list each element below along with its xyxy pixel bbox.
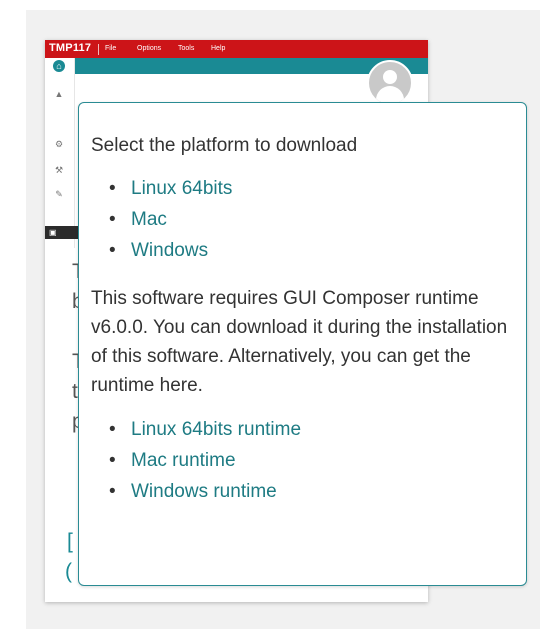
popup-heading: Select the platform to download	[91, 135, 358, 156]
list-item: Mac runtime	[109, 445, 521, 476]
platform-list: Linux 64bits Mac Windows	[91, 173, 521, 266]
download-popup: Select the platform to download Linux 64…	[78, 102, 527, 586]
menu-bar: TMP117 File Options Tools Help	[45, 40, 428, 58]
mac-download-link[interactable]: Mac	[131, 209, 167, 230]
runtime-list: Linux 64bits runtime Mac runtime Windows…	[91, 414, 521, 507]
list-item: Windows	[109, 235, 521, 266]
background-glyph: t	[72, 380, 78, 403]
home-icon[interactable]: ⌂	[53, 60, 65, 72]
menu-item-tools[interactable]: Tools	[178, 45, 194, 52]
sidebar: ⌂ ▲ ⚙ ⚒ ✎	[45, 58, 75, 248]
menu-separator	[98, 44, 99, 55]
runtime-info-text: This software requires GUI Composer runt…	[91, 288, 508, 396]
background-glyph: [	[67, 530, 73, 553]
gear-icon[interactable]: ⚙	[53, 138, 65, 150]
menu-item-options[interactable]: Options	[137, 45, 161, 52]
menu-item-help[interactable]: Help	[211, 45, 225, 52]
user-avatar-icon[interactable]	[367, 60, 413, 106]
list-item: Linux 64bits runtime	[109, 414, 521, 445]
linux-download-link[interactable]: Linux 64bits	[131, 178, 232, 199]
windows-runtime-link[interactable]: Windows runtime	[131, 481, 277, 502]
console-icon: ▣	[49, 228, 57, 237]
windows-download-link[interactable]: Windows	[131, 240, 208, 261]
background-glyph: (	[65, 560, 72, 583]
mac-runtime-link[interactable]: Mac runtime	[131, 450, 236, 471]
menu-item-file[interactable]: File	[105, 45, 116, 52]
chart-icon[interactable]: ▲	[53, 88, 65, 100]
list-item: Windows runtime	[109, 476, 521, 507]
app-title: TMP117	[49, 42, 92, 54]
list-item: Mac	[109, 204, 521, 235]
popup-content: Select the platform to download Linux 64…	[91, 133, 521, 507]
pencil-icon[interactable]: ✎	[53, 188, 65, 200]
linux-runtime-link[interactable]: Linux 64bits runtime	[131, 419, 301, 440]
list-item: Linux 64bits	[109, 173, 521, 204]
wrench-icon[interactable]: ⚒	[53, 164, 65, 176]
